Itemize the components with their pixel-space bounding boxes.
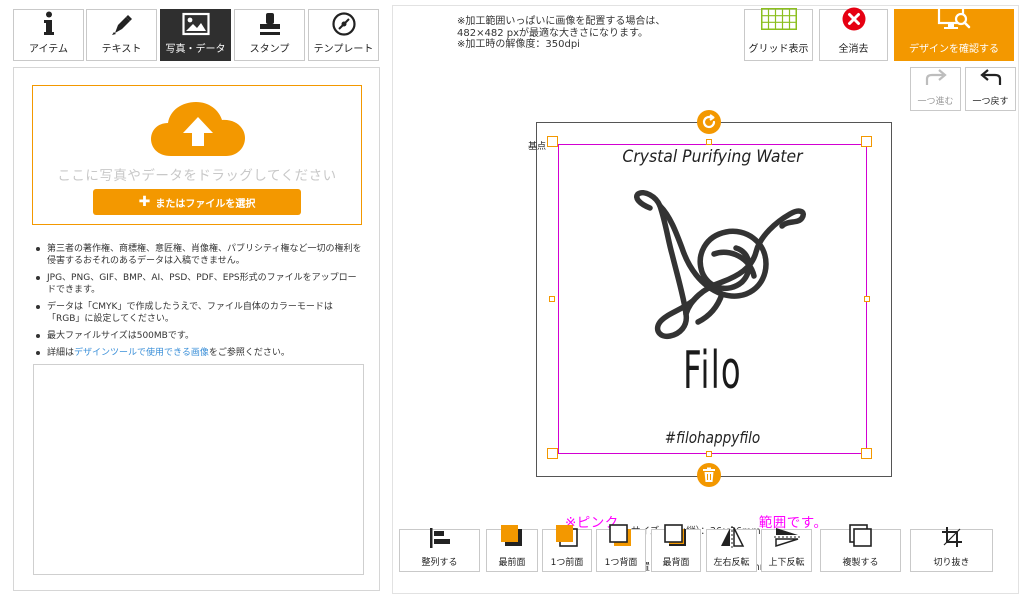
resize-handle[interactable]	[706, 451, 712, 457]
print-area-note: ※加工範囲いっぱいに画像を配置する場合は、 482×482 pxが最適な大きさに…	[457, 16, 665, 51]
tool-label: 1つ前面	[550, 558, 584, 568]
resize-handle[interactable]	[864, 296, 870, 302]
clear-icon	[842, 7, 866, 35]
details-prefix: 詳細は	[47, 348, 75, 358]
grid-icon	[760, 8, 797, 34]
pen-icon	[107, 10, 137, 38]
drop-zone[interactable]: ここに写真やデータをドラッグしてください ✚ またはファイルを選択	[32, 85, 362, 225]
upload-notes: 第三者の著作権、商標権、意匠権、肖像権、パブリシティ権など一切の権利を侵害するお…	[35, 243, 365, 364]
tool-label: 最背面	[662, 558, 690, 568]
cloud-upload-icon	[149, 100, 247, 162]
select-file-label: またはファイルを選択	[155, 198, 256, 210]
delete-handle[interactable]	[697, 463, 721, 487]
tab-label: 写真・データ	[165, 44, 226, 55]
template-icon	[329, 10, 359, 38]
bring-forward-button[interactable]: 1つ前面	[542, 525, 592, 572]
undo-button[interactable]: 一つ戻す	[965, 67, 1016, 111]
duplicate-icon	[848, 524, 873, 552]
tab-label: テキスト	[101, 44, 142, 55]
info-icon	[34, 10, 64, 38]
print-note-line: 482×482 pxが最適な大きさになります。	[457, 27, 648, 39]
rotate-handle[interactable]	[697, 110, 721, 134]
send-to-back-button[interactable]: 最背面	[651, 524, 701, 572]
crop-icon	[941, 526, 963, 552]
send-backward-button[interactable]: 1つ背面	[596, 524, 646, 572]
redo-label: 一つ進む	[917, 97, 954, 107]
upload-panel: ここに写真やデータをドラッグしてください ✚ またはファイルを選択 第三者の著作…	[13, 67, 380, 591]
rotate-icon	[702, 114, 716, 129]
bird-logo-image	[626, 190, 812, 344]
bring-to-front-icon	[500, 524, 524, 552]
print-note-line: ※加工範囲いっぱいに画像を配置する場合は、	[457, 16, 666, 27]
tool-label: 左右反転	[713, 558, 750, 568]
confirm-design-button[interactable]: デザインを確認する	[894, 5, 1014, 61]
undo-label: 一つ戻す	[972, 97, 1009, 107]
resize-handle[interactable]	[549, 296, 555, 302]
trash-icon	[703, 467, 715, 482]
redo-button[interactable]: 一つ進む	[910, 67, 961, 111]
tab-items[interactable]: アイテム	[13, 9, 84, 61]
tab-stamp[interactable]: スタンプ	[234, 9, 305, 61]
tool-label: 上下反転	[768, 558, 805, 568]
tool-label: 切り抜き	[933, 558, 970, 568]
tool-label: 最前面	[498, 558, 526, 568]
send-backward-icon	[609, 524, 633, 552]
grid-toggle-label: グリッド表示	[748, 44, 809, 55]
resize-handle[interactable]	[706, 139, 712, 145]
monitor-search-icon	[937, 5, 971, 35]
clear-all-label: 全消去	[838, 44, 869, 55]
tool-label: 整列する	[421, 558, 458, 568]
plus-icon: ✚	[138, 194, 151, 210]
resize-handle[interactable]	[861, 448, 872, 459]
bring-forward-icon	[555, 524, 579, 552]
usable-images-link[interactable]: デザインツールで使用できる画像	[74, 348, 209, 358]
align-icon	[429, 528, 451, 552]
resize-handle[interactable]	[547, 136, 558, 147]
crop-button[interactable]: 切り抜き	[910, 526, 993, 572]
design-hashtag: #filohappyfilo	[664, 428, 761, 447]
flip-vertical-icon	[773, 526, 800, 552]
design-tagline: Crystal Purifying Water	[622, 147, 803, 167]
tab-photo-data[interactable]: 写真・データ	[160, 9, 231, 61]
stamp-icon	[255, 10, 285, 38]
tool-label: 複製する	[842, 558, 879, 568]
undo-icon	[979, 68, 1003, 92]
uploaded-images-list[interactable]	[33, 364, 364, 575]
flip-vertical-button[interactable]: 上下反転	[761, 526, 812, 572]
print-note-line: ※加工時の解像度：350dpi	[457, 39, 580, 50]
bring-to-front-button[interactable]: 最前面	[486, 525, 538, 572]
drop-instruction: ここに写真やデータをドラッグしてください	[57, 168, 337, 184]
details-suffix: をご参照ください。	[208, 348, 290, 358]
tool-label: 1つ背面	[604, 558, 638, 568]
note-item: JPG、PNG、GIF、BMP、AI、PSD、PDF、EPS形式のファイルをアッ…	[35, 272, 365, 296]
image-icon	[181, 10, 211, 38]
clear-all-button[interactable]: 全消去	[819, 7, 888, 61]
tab-text[interactable]: テキスト	[86, 9, 157, 61]
grid-toggle-button[interactable]: グリッド表示	[744, 8, 813, 61]
note-item: 最大ファイルサイズは500MBです。	[35, 330, 365, 342]
note-item: 第三者の著作権、商標権、意匠権、肖像権、パブリシティ権など一切の権利を侵害するお…	[35, 243, 365, 267]
flip-horizontal-button[interactable]: 左右反転	[706, 526, 757, 572]
duplicate-button[interactable]: 複製する	[820, 524, 901, 572]
confirm-design-label: デザインを確認する	[909, 44, 999, 55]
note-item: 詳細はデザインツールで使用できる画像をご参照ください。	[35, 347, 365, 359]
select-file-button[interactable]: ✚ またはファイルを選択	[93, 189, 301, 215]
note-item: データは「CMYK」で作成したうえで、ファイル自体のカラーモードは「RGB」に設…	[35, 301, 365, 325]
send-to-back-icon	[664, 524, 688, 552]
tab-label: スタンプ	[249, 44, 290, 55]
resize-handle[interactable]	[861, 136, 872, 147]
tab-label: テンプレート	[313, 44, 374, 55]
resize-handle[interactable]	[547, 448, 558, 459]
tab-template[interactable]: テンプレート	[308, 9, 379, 61]
anchor-label: 基点	[528, 142, 547, 152]
flip-horizontal-icon	[719, 526, 745, 552]
align-button[interactable]: 整列する	[399, 528, 480, 572]
redo-icon	[924, 68, 948, 92]
design-brand-name: Filo	[683, 341, 742, 401]
tab-label: アイテム	[29, 44, 68, 55]
